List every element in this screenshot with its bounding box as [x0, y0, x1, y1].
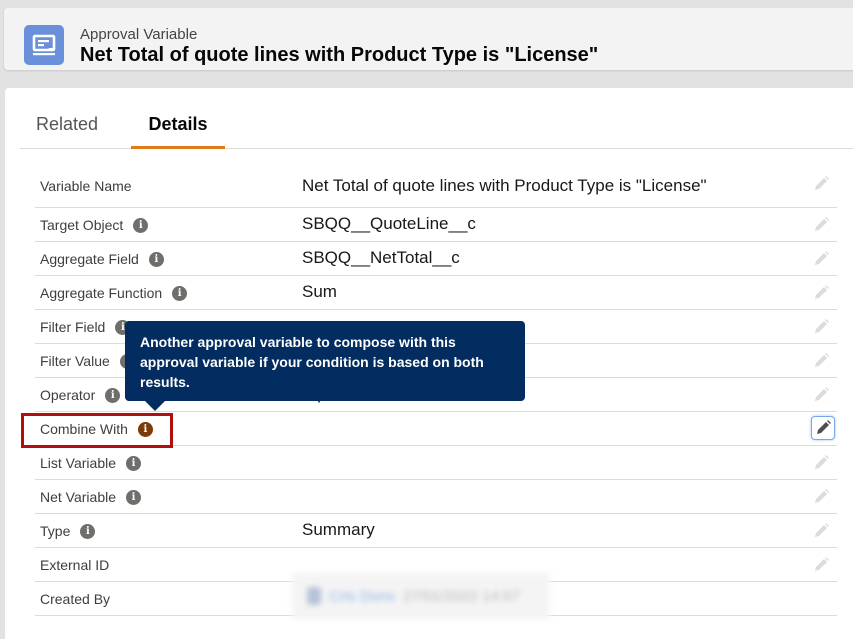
- created-by-redacted-value: Cris Dons 27/01/2022 14:57: [292, 573, 550, 619]
- pencil-icon: [811, 290, 831, 307]
- edit-variable-name-button[interactable]: [811, 174, 831, 194]
- field-label-net-variable: Net Variable i: [40, 489, 141, 505]
- tab-bar: Related Details: [20, 104, 853, 149]
- object-type-label: Approval Variable: [80, 26, 197, 43]
- info-icon[interactable]: i: [126, 456, 141, 471]
- edit-operator-button[interactable]: [811, 385, 831, 405]
- edit-target-object-button[interactable]: [811, 215, 831, 235]
- field-label-text: Aggregate Function: [40, 285, 162, 301]
- info-icon[interactable]: i: [105, 388, 120, 403]
- pencil-icon: [811, 256, 831, 273]
- field-row-list-variable: List Variable i: [35, 446, 837, 480]
- field-label-text: Type: [40, 523, 70, 539]
- field-label-operator: Operator i: [40, 387, 120, 403]
- field-label-filter-value: Filter Valuei: [40, 353, 135, 369]
- field-label-text: Operator: [40, 387, 95, 403]
- pencil-icon: [811, 392, 831, 409]
- pencil-icon: [812, 426, 834, 443]
- info-icon[interactable]: i: [133, 218, 148, 233]
- info-icon[interactable]: i: [126, 490, 141, 505]
- combine-with-highlight-box: [21, 413, 173, 448]
- field-label-text: Net Variable: [40, 489, 116, 505]
- help-tooltip: Another approval variable to compose wit…: [125, 321, 525, 401]
- field-value-target-object: SBQQ__QuoteLine__c: [302, 214, 476, 234]
- field-label-text: List Variable: [40, 455, 116, 471]
- tooltip-text: Another approval variable to compose wit…: [140, 334, 484, 390]
- pencil-icon: [811, 494, 831, 511]
- pencil-icon: [811, 562, 831, 579]
- record-header: Approval Variable Net Total of quote lin…: [4, 8, 853, 70]
- edit-external-id-button[interactable]: [811, 555, 831, 575]
- edit-aggregate-function-button[interactable]: [811, 283, 831, 303]
- tab-details[interactable]: Details: [131, 114, 225, 149]
- pencil-icon: [811, 528, 831, 545]
- edit-net-variable-button[interactable]: [811, 487, 831, 507]
- field-row-type: Typei Summary: [35, 514, 837, 548]
- info-icon[interactable]: i: [80, 524, 95, 539]
- field-row-created-by: Created By Cris Dons 27/01/2022 14:57: [35, 582, 837, 616]
- field-row-variable-name: Variable Name Net Total of quote lines wi…: [35, 166, 837, 208]
- pencil-icon: [811, 460, 831, 477]
- pencil-icon: [811, 358, 831, 375]
- field-row-target-object: Target Object i SBQQ__QuoteLine__c: [35, 208, 837, 242]
- field-label-text: External ID: [40, 557, 109, 573]
- field-label-variable-name: Variable Name: [40, 178, 132, 194]
- field-label-text: Target Object: [40, 217, 123, 233]
- field-row-net-variable: Net Variable i: [35, 480, 837, 514]
- edit-aggregate-field-button[interactable]: [811, 249, 831, 269]
- field-label-target-object: Target Object i: [40, 217, 148, 233]
- field-label-aggregate-function: Aggregate Function i: [40, 285, 187, 301]
- field-label-text: Aggregate Field: [40, 251, 139, 267]
- field-value-type: Summary: [302, 520, 375, 540]
- tab-related[interactable]: Related: [36, 114, 98, 149]
- creator-link[interactable]: Cris Dons: [329, 588, 395, 605]
- field-label-aggregate-field: Aggregate Field i: [40, 251, 164, 267]
- created-date: 27/01/2022 14:57: [403, 588, 520, 605]
- field-label-external-id: External ID: [40, 557, 109, 573]
- field-row-aggregate-field: Aggregate Field i SBQQ__NetTotal__c: [35, 242, 837, 276]
- edit-combine-with-button[interactable]: [811, 416, 835, 440]
- user-avatar: [307, 587, 321, 605]
- edit-type-button[interactable]: [811, 521, 831, 541]
- edit-filter-field-button[interactable]: [811, 317, 831, 337]
- field-row-aggregate-function: Aggregate Function i Sum: [35, 276, 837, 310]
- field-label-created-by: Created By: [40, 591, 110, 607]
- field-value-aggregate-field: SBQQ__NetTotal__c: [302, 248, 460, 268]
- pencil-icon: [811, 222, 831, 239]
- page-title: Net Total of quote lines with Product Ty…: [80, 44, 598, 67]
- approval-variable-icon: [24, 25, 64, 65]
- field-label-list-variable: List Variable i: [40, 455, 141, 471]
- info-icon[interactable]: i: [149, 252, 164, 267]
- field-value-variable-name: Net Total of quote lines with Product Ty…: [302, 176, 707, 196]
- field-label-text: Variable Name: [40, 178, 132, 194]
- info-icon[interactable]: i: [172, 286, 187, 301]
- pencil-icon: [811, 324, 831, 341]
- field-value-aggregate-function: Sum: [302, 282, 337, 302]
- edit-list-variable-button[interactable]: [811, 453, 831, 473]
- field-label-type: Typei: [40, 523, 95, 539]
- field-label-text: Filter Field: [40, 319, 105, 335]
- edit-filter-value-button[interactable]: [811, 351, 831, 371]
- field-label-filter-field: Filter Fieldi: [40, 319, 130, 335]
- field-label-text: Filter Value: [40, 353, 110, 369]
- field-label-text: Created By: [40, 591, 110, 607]
- pencil-icon: [811, 181, 831, 198]
